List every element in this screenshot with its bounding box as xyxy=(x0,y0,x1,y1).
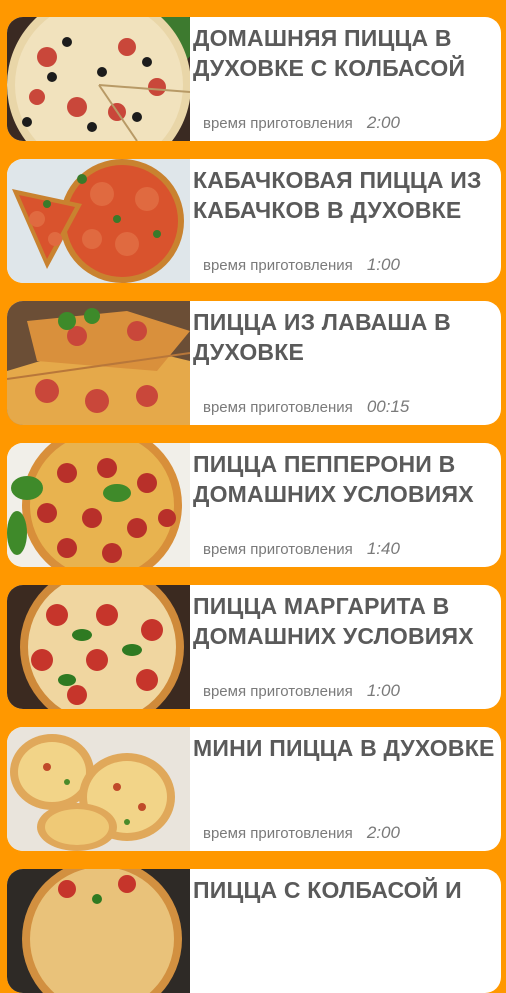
cook-time-label: время приготовления xyxy=(203,682,353,700)
cook-time-row: время приготовления 2:00 xyxy=(203,113,493,133)
recipe-thumbnail xyxy=(7,869,190,993)
recipe-card[interactable]: МИНИ ПИЦЦА В ДУХОВКЕ время приготовления… xyxy=(7,727,501,851)
cook-time-value: 1:00 xyxy=(366,255,400,274)
pizza-image xyxy=(7,159,190,283)
pizza-image xyxy=(7,443,190,567)
recipe-thumbnail xyxy=(7,301,190,425)
cook-time-row: время приготовления 2:00 xyxy=(203,823,493,843)
cook-time-value: 1:40 xyxy=(366,539,400,558)
cook-time-label: время приготовления xyxy=(203,398,353,416)
pizza-image xyxy=(7,585,190,709)
recipe-title: ПИЦЦА ПЕППЕРОНИ В ДОМАШНИХ УСЛОВИЯХ xyxy=(193,451,474,507)
cook-time-label: время приготовления xyxy=(203,824,353,842)
recipe-title: ПИЦЦА МАРГАРИТА В ДОМАШНИХ УСЛОВИЯХ xyxy=(193,593,474,649)
recipe-card[interactable]: ПИЦЦА МАРГАРИТА В ДОМАШНИХ УСЛОВИЯХ врем… xyxy=(7,585,501,709)
recipe-thumbnail xyxy=(7,443,190,567)
pizza-image xyxy=(7,301,190,425)
cook-time-label: время приготовления xyxy=(203,540,353,558)
recipe-card[interactable]: КАБАЧКОВАЯ ПИЦЦА ИЗ КАБАЧКОВ В ДУХОВКЕ в… xyxy=(7,159,501,283)
cook-time-value: 2:00 xyxy=(366,113,400,132)
cook-time-value: 00:15 xyxy=(366,397,410,416)
cook-time-row: время приготовления 00:15 xyxy=(203,397,493,417)
cook-time-value: 1:00 xyxy=(366,681,400,700)
recipe-thumbnail xyxy=(7,159,190,283)
recipe-title: КАБАЧКОВАЯ ПИЦЦА ИЗ КАБАЧКОВ В ДУХОВКЕ xyxy=(193,167,482,223)
recipe-thumbnail xyxy=(7,17,190,141)
cook-time-row: время приготовления 1:00 xyxy=(203,255,493,275)
recipe-thumbnail xyxy=(7,727,190,851)
cook-time-value: 2:00 xyxy=(366,823,400,842)
pizza-image xyxy=(7,727,190,851)
cook-time-label: время приготовления xyxy=(203,256,353,274)
recipe-card[interactable]: ПИЦЦА ПЕППЕРОНИ В ДОМАШНИХ УСЛОВИЯХ врем… xyxy=(7,443,501,567)
cook-time-row: время приготовления 1:40 xyxy=(203,539,493,559)
cook-time-row: время приготовления 1:00 xyxy=(203,681,493,701)
recipe-title: МИНИ ПИЦЦА В ДУХОВКЕ xyxy=(193,735,495,761)
recipe-card[interactable]: ПИЦЦА ИЗ ЛАВАША В ДУХОВКЕ время приготов… xyxy=(7,301,501,425)
recipe-title: ПИЦЦА ИЗ ЛАВАША В ДУХОВКЕ xyxy=(193,309,451,365)
pizza-image xyxy=(7,17,190,141)
recipe-title: ДОМАШНЯЯ ПИЦЦА В ДУХОВКЕ С КОЛБАСОЙ xyxy=(193,25,466,81)
cook-time-label: время приготовления xyxy=(203,114,353,132)
recipe-thumbnail xyxy=(7,585,190,709)
pizza-image xyxy=(7,869,190,993)
recipe-title: ПИЦЦА С КОЛБАСОЙ И xyxy=(193,877,462,903)
recipe-card[interactable]: ПИЦЦА С КОЛБАСОЙ И xyxy=(7,869,501,993)
recipe-card[interactable]: ДОМАШНЯЯ ПИЦЦА В ДУХОВКЕ С КОЛБАСОЙ врем… xyxy=(7,17,501,141)
recipe-list: ДОМАШНЯЯ ПИЦЦА В ДУХОВКЕ С КОЛБАСОЙ врем… xyxy=(0,0,506,993)
